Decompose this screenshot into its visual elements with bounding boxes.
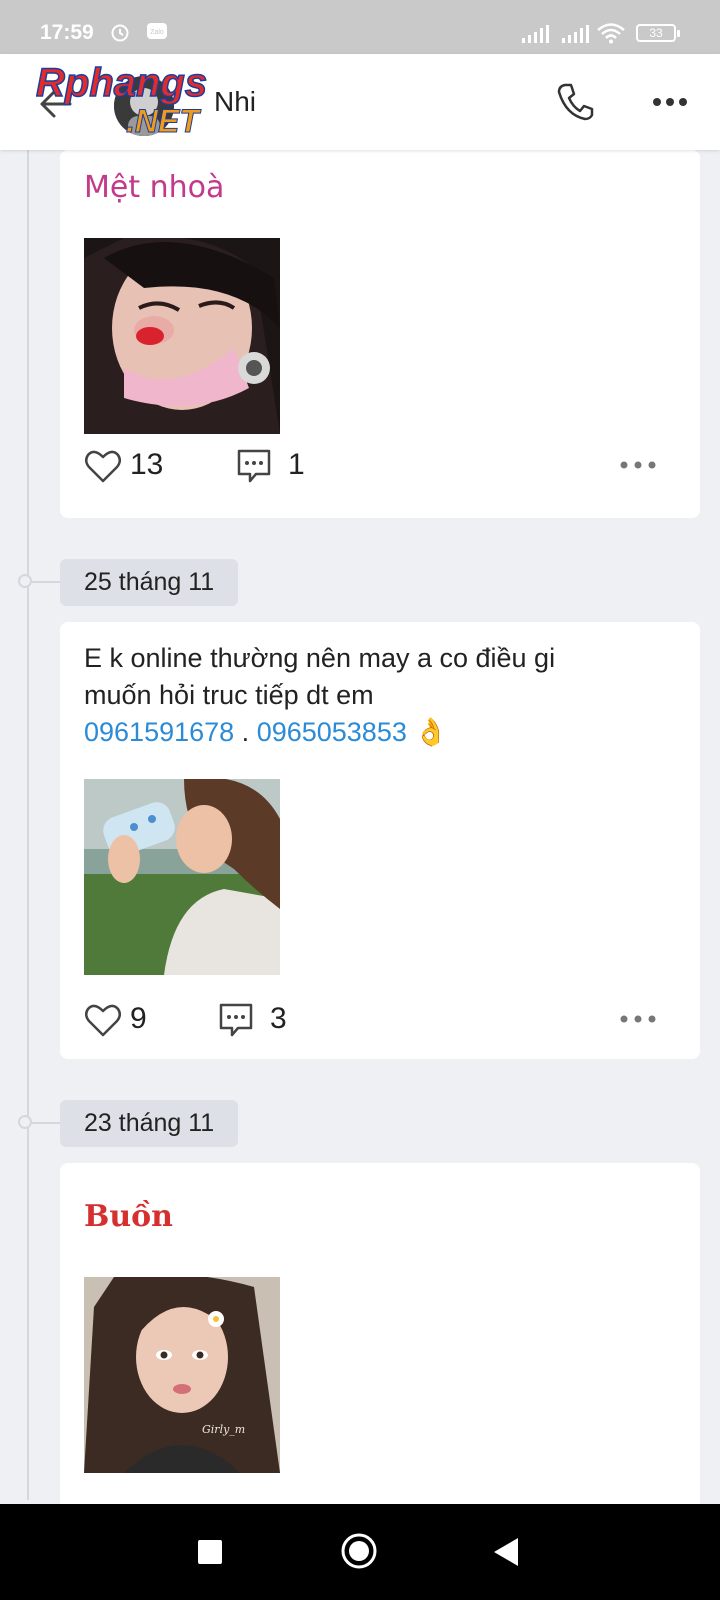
home-button[interactable] — [340, 1532, 378, 1570]
post-card[interactable]: Buồn Girly_m — [60, 1163, 700, 1563]
phone-link[interactable]: 0965053853 — [257, 717, 407, 747]
crying-girl-photo-image: Girly_m — [84, 1277, 280, 1473]
post-text-line: muốn hỏi truc tiếp dt em — [84, 680, 374, 710]
post-card[interactable]: Mệt nhoà 13 1 — [60, 150, 700, 518]
timeline-connector — [32, 581, 60, 583]
svg-text:Zalo: Zalo — [150, 29, 164, 36]
avatar[interactable] — [114, 76, 174, 136]
post-title: Buồn — [84, 1199, 173, 1234]
timeline-dot — [18, 574, 32, 588]
comment-icon[interactable] — [236, 448, 272, 484]
timeline-dot — [18, 1115, 32, 1129]
wifi-icon — [597, 23, 625, 44]
comment-count: 1 — [288, 448, 305, 481]
girl-drinking-photo-image — [84, 779, 280, 975]
post-photo[interactable] — [84, 238, 280, 434]
zalo-notification-icon: Zalo — [147, 23, 167, 39]
system-nav-bar — [0, 1504, 720, 1600]
selfie-photo-image — [84, 238, 280, 434]
like-count: 9 — [130, 1002, 147, 1035]
post-photo[interactable] — [84, 779, 280, 975]
phone-separator: . — [234, 717, 257, 747]
back-arrow-icon[interactable] — [36, 84, 76, 124]
timeline-line — [27, 150, 29, 1500]
signal-icon — [522, 25, 549, 43]
status-time: 17:59 — [40, 21, 94, 44]
profile-name: Nhi — [214, 86, 257, 117]
profile-header: Nhi Rphangs .NET — [0, 54, 720, 150]
post-title: Mệt nhoà — [84, 170, 225, 205]
alarm-icon — [111, 24, 129, 42]
avatar-image — [114, 76, 174, 136]
phone-call-icon[interactable] — [556, 82, 594, 122]
post-text-line: 0961591678 . 0965053853 👌 — [84, 714, 676, 751]
timeline-date-row: 25 tháng 11 — [0, 559, 720, 607]
date-label: 23 tháng 11 — [60, 1100, 239, 1147]
ok-hand-emoji: 👌 — [414, 717, 448, 747]
post-actions: 9 3 — [84, 1000, 676, 1040]
post-text-line: E k online thường nên may a co điều gi — [84, 643, 556, 673]
heart-icon[interactable] — [84, 448, 122, 484]
post-actions: 13 1 — [84, 446, 676, 486]
more-options-icon[interactable] — [652, 94, 688, 110]
date-label: 25 tháng 11 — [60, 559, 239, 606]
recent-apps-button[interactable] — [198, 1540, 222, 1564]
comment-icon[interactable] — [218, 1002, 254, 1038]
system-back-button[interactable] — [492, 1536, 520, 1568]
post-more-icon[interactable] — [620, 460, 656, 470]
post-more-icon[interactable] — [620, 1014, 656, 1024]
post-text: E k online thường nên may a co điều gi m… — [84, 640, 676, 751]
timeline-date-row: 23 tháng 11 — [0, 1100, 720, 1148]
phone-link[interactable]: 0961591678 — [84, 717, 234, 747]
timeline-connector — [32, 1122, 60, 1124]
signal-icon-2 — [562, 25, 589, 43]
status-bar: 17:59 Zalo 33 — [0, 0, 720, 54]
photo-signature: Girly_m — [202, 1423, 245, 1436]
comment-count: 3 — [270, 1002, 287, 1035]
battery-indicator: 33 — [636, 24, 680, 42]
post-card[interactable]: E k online thường nên may a co điều gi m… — [60, 622, 700, 1059]
like-count: 13 — [130, 448, 164, 481]
post-photo[interactable]: Girly_m — [84, 1277, 280, 1473]
heart-icon[interactable] — [84, 1002, 122, 1038]
